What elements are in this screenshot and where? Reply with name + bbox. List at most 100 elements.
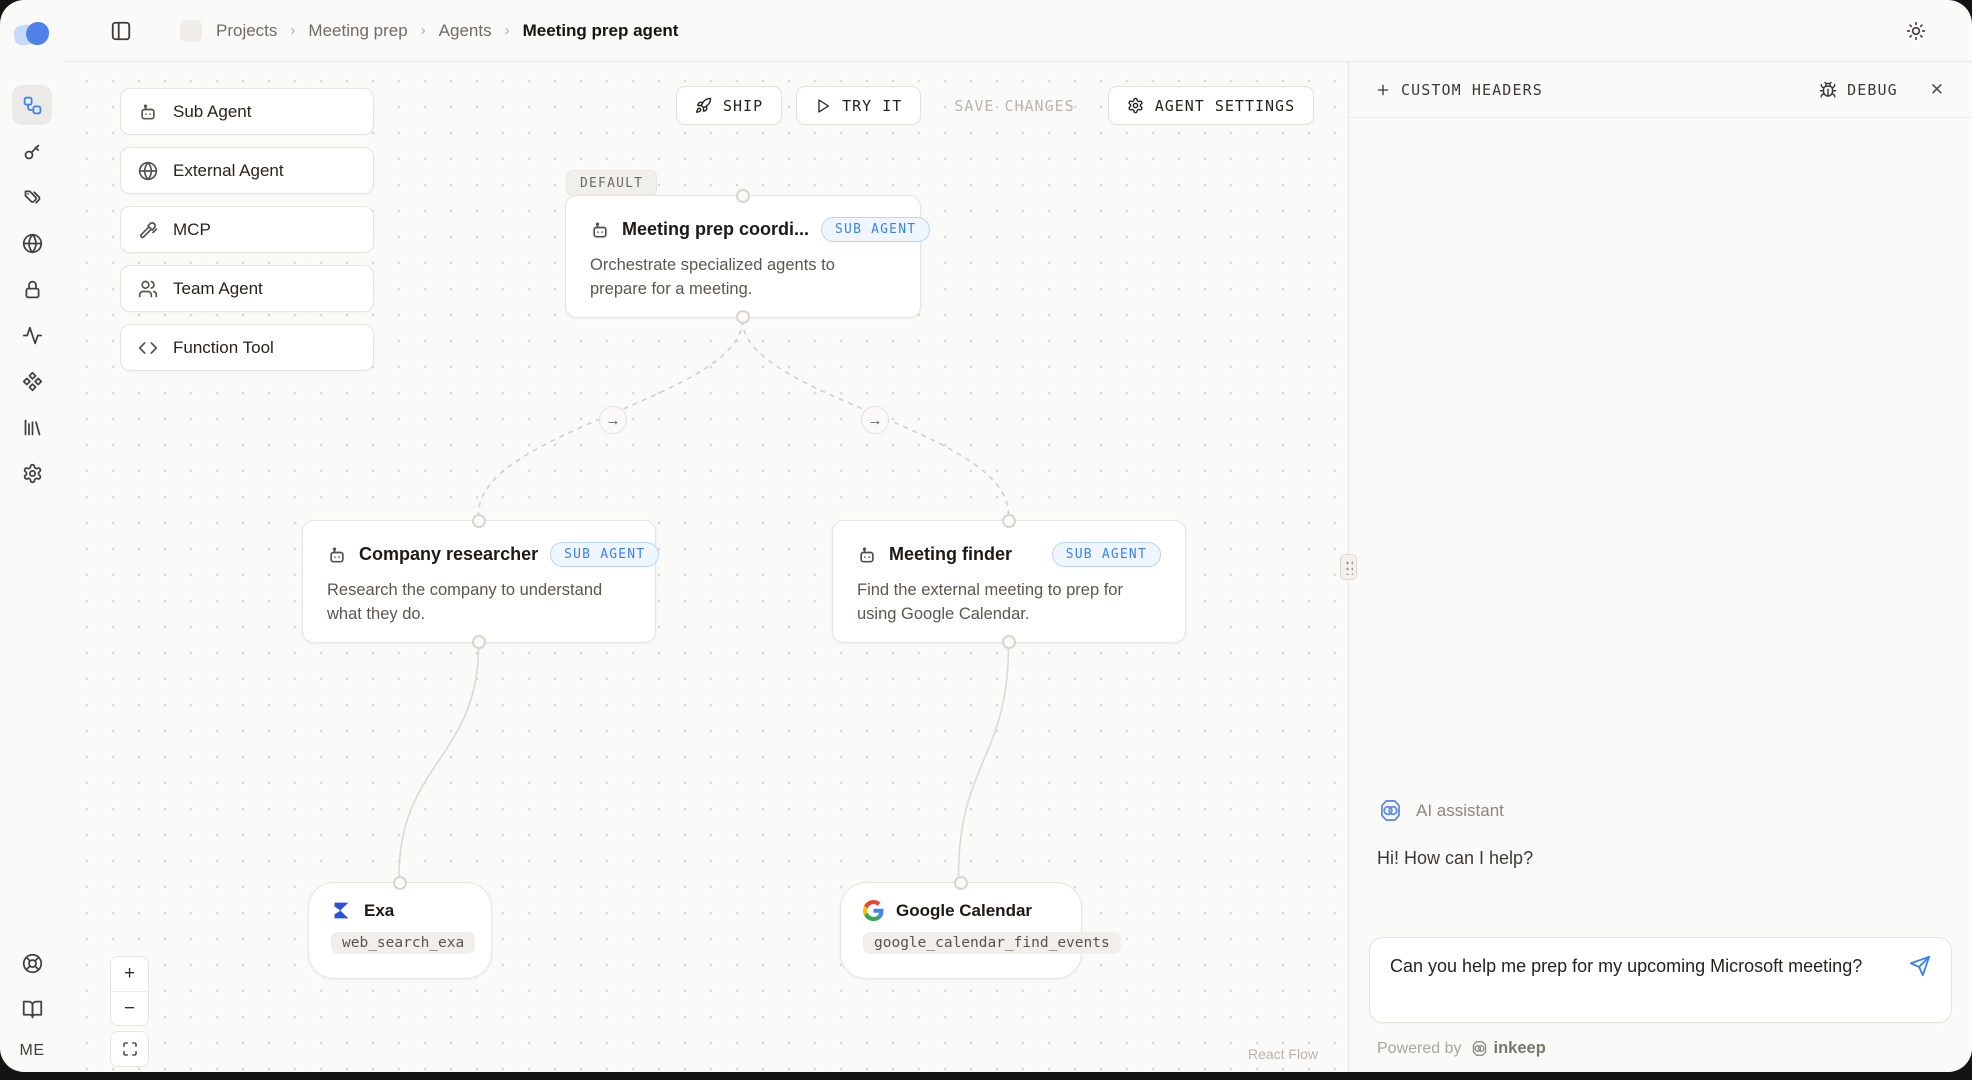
nav-docs-button[interactable] bbox=[12, 989, 52, 1029]
send-icon bbox=[1909, 955, 1931, 977]
right-panel: CUSTOM HEADERS DEBUG ✕ AI assistant Hi! … bbox=[1348, 62, 1972, 1072]
nav-help-button[interactable] bbox=[12, 943, 52, 983]
node-description: Orchestrate specialized agents to prepar… bbox=[590, 254, 896, 302]
node-handle-top[interactable] bbox=[736, 189, 750, 203]
palette-item-sub-agent[interactable]: Sub Agent bbox=[120, 88, 374, 135]
library-icon bbox=[22, 417, 43, 438]
try-it-button[interactable]: TRY IT bbox=[796, 86, 921, 125]
send-button[interactable] bbox=[1905, 951, 1935, 981]
ship-button-label: SHIP bbox=[723, 97, 763, 115]
bot-icon bbox=[857, 545, 877, 565]
nav-tags-button[interactable] bbox=[12, 177, 52, 217]
nav-activity-button[interactable] bbox=[12, 315, 52, 355]
powered-by-footer[interactable]: Powered by inkeep bbox=[1377, 1039, 1944, 1058]
bot-icon bbox=[327, 545, 347, 565]
nav-settings-button[interactable] bbox=[12, 453, 52, 493]
plus-icon bbox=[1375, 82, 1391, 98]
save-changes-label: SAVE CHANGES bbox=[954, 97, 1074, 115]
node-handle-top[interactable] bbox=[954, 876, 968, 890]
nav-library-button[interactable] bbox=[12, 407, 52, 447]
node-handle-top[interactable] bbox=[393, 876, 407, 890]
nav-graph-button[interactable] bbox=[12, 85, 52, 125]
node-meeting-finder[interactable]: Meeting finder SUB AGENT Find the extern… bbox=[832, 520, 1186, 643]
chat-input-card: Can you help me prep for my upcoming Mic… bbox=[1369, 937, 1952, 1023]
breadcrumb-agents[interactable]: Agents bbox=[439, 21, 492, 41]
palette-item-mcp[interactable]: MCP bbox=[120, 206, 374, 253]
default-badge: DEFAULT bbox=[566, 170, 657, 196]
bot-icon bbox=[138, 102, 158, 122]
node-title: Google Calendar bbox=[896, 901, 1032, 921]
nav-network-button[interactable] bbox=[12, 223, 52, 263]
assistant-greeting: Hi! How can I help? bbox=[1377, 848, 1944, 869]
theme-toggle-button[interactable] bbox=[1902, 17, 1930, 45]
bug-icon bbox=[1819, 81, 1837, 99]
agent-settings-button[interactable]: AGENT SETTINGS bbox=[1108, 86, 1314, 125]
book-open-icon bbox=[22, 999, 43, 1020]
debug-button[interactable]: DEBUG bbox=[1819, 81, 1898, 99]
palette-item-function-tool[interactable]: Function Tool bbox=[120, 324, 374, 371]
panel-left-icon bbox=[110, 20, 132, 42]
users-icon bbox=[138, 279, 158, 299]
user-avatar[interactable]: ME bbox=[20, 1042, 45, 1060]
node-handle-bottom[interactable] bbox=[472, 635, 486, 649]
save-changes-button[interactable]: SAVE CHANGES bbox=[935, 86, 1093, 125]
nav-components-button[interactable] bbox=[12, 361, 52, 401]
palette-item-label: Function Tool bbox=[173, 338, 274, 358]
edge-arrow-marker: → bbox=[861, 406, 889, 434]
fit-view-group bbox=[110, 1031, 149, 1067]
close-panel-button[interactable]: ✕ bbox=[1928, 78, 1946, 102]
arrow-glyph: → bbox=[606, 412, 621, 429]
node-palette: Sub Agent External Agent MCP Team Agent bbox=[120, 88, 374, 371]
gear-icon bbox=[1127, 97, 1144, 114]
right-panel-header: CUSTOM HEADERS DEBUG ✕ bbox=[1349, 62, 1972, 118]
node-google-calendar-tool[interactable]: Google Calendar google_calendar_find_eve… bbox=[840, 882, 1082, 979]
ship-button[interactable]: SHIP bbox=[676, 86, 782, 125]
assistant-chat-area: AI assistant Hi! How can I help? Can you… bbox=[1349, 118, 1972, 1072]
nav-credentials-button[interactable] bbox=[12, 269, 52, 309]
powered-by-label: Powered by bbox=[1377, 1040, 1462, 1058]
globe-icon bbox=[22, 233, 43, 254]
hammer-icon bbox=[138, 220, 158, 240]
node-handle-bottom[interactable] bbox=[1002, 635, 1016, 649]
app-logo-icon bbox=[14, 22, 50, 48]
palette-item-label: MCP bbox=[173, 220, 211, 240]
zoom-controls: + − bbox=[110, 956, 149, 1067]
assistant-header: AI assistant bbox=[1369, 797, 1952, 824]
main-column: Projects › Meeting prep › Agents › Meeti… bbox=[64, 0, 1972, 1072]
breadcrumb-separator: › bbox=[421, 22, 426, 39]
inkeep-assistant-icon bbox=[1377, 797, 1404, 824]
nav-keys-button[interactable] bbox=[12, 131, 52, 171]
palette-item-external-agent[interactable]: External Agent bbox=[120, 147, 374, 194]
canvas-toolbar: SHIP TRY IT SAVE CHANGES AGENT SETTINGS bbox=[676, 86, 1314, 125]
node-description: Find the external meeting to prep for us… bbox=[857, 579, 1161, 627]
palette-item-team-agent[interactable]: Team Agent bbox=[120, 265, 374, 312]
react-flow-attribution[interactable]: React Flow bbox=[1248, 1046, 1318, 1062]
gear-icon bbox=[22, 463, 43, 484]
tags-icon bbox=[22, 187, 43, 208]
activity-icon bbox=[22, 325, 43, 346]
zoom-in-button[interactable]: + bbox=[111, 957, 148, 991]
breadcrumb-project-name[interactable]: Meeting prep bbox=[308, 21, 407, 41]
node-handle-top[interactable] bbox=[472, 514, 486, 528]
chat-input[interactable]: Can you help me prep for my upcoming Mic… bbox=[1390, 953, 1879, 1007]
sun-icon bbox=[1906, 21, 1926, 41]
node-company-researcher[interactable]: Company researcher SUB AGENT Research th… bbox=[302, 520, 656, 643]
fit-view-button[interactable] bbox=[111, 1032, 148, 1066]
custom-headers-button[interactable]: CUSTOM HEADERS bbox=[1375, 81, 1543, 99]
sidebar-rail: ME bbox=[0, 0, 64, 1072]
panel-resize-grip[interactable] bbox=[1340, 554, 1357, 580]
zoom-out-button[interactable]: − bbox=[111, 991, 148, 1025]
node-title: Meeting finder bbox=[889, 544, 1012, 565]
node-exa-tool[interactable]: Exa web_search_exa bbox=[308, 882, 492, 979]
breadcrumb-projects[interactable]: Projects bbox=[216, 21, 277, 41]
app-window: ME Projects › Meeting prep › Agents › Me… bbox=[0, 0, 1972, 1072]
inkeep-brand: inkeep bbox=[1470, 1039, 1546, 1058]
node-handle-top[interactable] bbox=[1002, 514, 1016, 528]
node-meeting-prep-coordinator[interactable]: Meeting prep coordi... SUB AGENT Orchest… bbox=[565, 195, 921, 318]
debug-label: DEBUG bbox=[1847, 81, 1898, 99]
top-header: Projects › Meeting prep › Agents › Meeti… bbox=[64, 0, 1972, 62]
node-handle-bottom[interactable] bbox=[736, 310, 750, 324]
flow-canvas[interactable]: → → Sub Agent External Agent MCP bbox=[64, 62, 1348, 1072]
panel-toggle-button[interactable] bbox=[106, 16, 136, 46]
key-icon bbox=[22, 141, 43, 162]
